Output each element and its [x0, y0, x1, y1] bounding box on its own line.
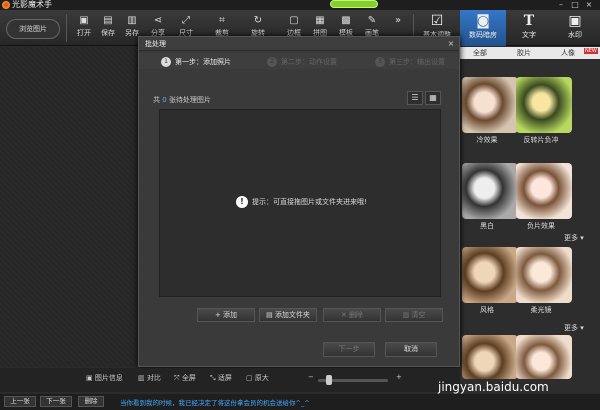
tab-all[interactable]: 全部 — [460, 47, 500, 59]
tab-portrait[interactable]: 人像 — [548, 47, 588, 59]
effect-reversal-cross[interactable]: 反转片负冲 — [510, 73, 572, 144]
close-window-icon[interactable]: × — [584, 0, 594, 9]
trash-icon: ▥ — [402, 311, 410, 319]
fullscreen-icon: ⤧ — [174, 374, 180, 382]
watermark-text: jingyan.baidu.com — [438, 380, 549, 394]
clear-button[interactable]: ▥ 清空 — [385, 308, 443, 322]
text-icon: T — [523, 13, 535, 29]
effect-cold[interactable]: 冷效果 — [456, 73, 518, 144]
add-folder-button[interactable]: ▤ 添加文件夹 — [259, 308, 317, 322]
title-bar — [0, 0, 600, 10]
app-title: 光影魔术手 — [12, 0, 52, 9]
compare-icon: ▥ — [138, 374, 145, 382]
effect-black-white[interactable]: 黑白 — [456, 159, 518, 230]
image-info-button[interactable]: ▣ 图片信息 — [86, 373, 123, 383]
effects-panel: 全部 胶片 人像 NEW 冷效果 反转片负冲 黑白 负片效果 更多 ▾ 风格 柔… — [460, 47, 600, 392]
camera-icon: ◙ — [476, 13, 490, 29]
compare-button[interactable]: ▥ 对比 — [138, 373, 161, 383]
toolbar-divider — [66, 14, 67, 42]
drop-area[interactable]: ! 提示：可直接拖图片或文件夹进来哦! — [159, 109, 441, 297]
info-icon: ! — [236, 196, 248, 208]
minimize-icon[interactable]: – — [556, 0, 566, 9]
cancel-button[interactable]: 取消 — [385, 342, 437, 357]
image-canvas-area — [0, 47, 140, 367]
more-link[interactable]: 更多 ▾ — [564, 233, 584, 243]
image-count: 共 0 张待处理图片 — [153, 96, 211, 104]
next-step-button[interactable]: 下一步 — [323, 342, 375, 357]
step-3: 3 第三步：输出设置 — [375, 56, 445, 68]
template-icon: ▩ — [341, 15, 351, 26]
effect-preview-image — [516, 335, 572, 379]
frame-icon: ▢ — [289, 15, 299, 26]
actual-size-icon: ▢ — [246, 374, 253, 382]
tool-text[interactable]: T 文字 — [506, 10, 552, 46]
effect-preview-image — [516, 163, 572, 219]
more-icon: » — [394, 15, 402, 26]
browse-images-button[interactable]: 浏览图片 — [6, 19, 60, 39]
actual-size-button[interactable]: ▢ 原大 — [246, 373, 269, 383]
chevron-down-icon: ▾ — [578, 234, 584, 242]
delete-button[interactable]: ✕ 删除 — [323, 308, 381, 322]
effect-preview-image — [516, 77, 572, 133]
fit-screen-button[interactable]: ⤡ 适屏 — [210, 373, 232, 383]
add-button[interactable]: + 添加 — [197, 308, 255, 322]
maximize-icon[interactable]: □ — [570, 0, 580, 9]
zoom-out-button[interactable]: − — [308, 373, 314, 381]
zoom-slider-handle[interactable] — [326, 375, 332, 385]
zoom-in-button[interactable]: + — [396, 373, 402, 381]
list-icon: ☰ — [411, 93, 419, 102]
new-badge: NEW — [584, 48, 598, 54]
next-image-button[interactable]: 下一张 — [40, 396, 72, 407]
login-button[interactable] — [330, 0, 378, 8]
app-logo-icon — [2, 1, 10, 9]
effect-preview-image — [516, 247, 572, 303]
chevron-down-icon: ▾ — [578, 324, 584, 332]
step-1: 1 第一步：添加照片 — [161, 56, 231, 68]
adjust-icon: ☑ — [430, 13, 444, 29]
watermark-icon: ▣ — [568, 13, 582, 29]
effect-negative[interactable]: 负片效果 — [510, 159, 572, 230]
grid-icon: ▦ — [429, 93, 437, 102]
crop-icon: ⌗ — [219, 15, 225, 26]
info-icon: ▣ — [86, 374, 93, 382]
grid-view-button[interactable]: ▦ — [425, 91, 441, 105]
delete-icon: ✕ — [340, 311, 347, 319]
tool-watermark[interactable]: ▣ 水印 — [552, 10, 598, 46]
plus-icon: + — [214, 311, 221, 319]
save-as-icon: ▥ — [127, 15, 137, 26]
folder-icon: ▤ — [266, 311, 273, 319]
step-2: 2 第二步：动作设置 — [267, 56, 337, 68]
tool-digital-darkroom[interactable]: ◙ 数码暗房 — [460, 10, 506, 46]
dialog-title-bar — [139, 37, 459, 51]
drop-hint: 提示：可直接拖图片或文件夹进来哦! — [252, 198, 367, 206]
dialog-title: 批处理 — [145, 40, 166, 48]
tab-film[interactable]: 胶片 — [500, 47, 548, 59]
fit-icon: ⤡ — [210, 374, 216, 382]
rotate-icon: ↻ — [253, 15, 263, 26]
brush-icon: ✎ — [367, 15, 377, 26]
batch-dialog: 批处理 × 1 第一步：添加照片 2 第二步：动作设置 3 第三步：输出设置 共 0 … — [138, 36, 460, 367]
share-icon: ⋖ — [153, 15, 163, 26]
effect-style[interactable]: 风格 — [456, 243, 518, 314]
close-icon[interactable]: × — [445, 37, 457, 51]
collage-icon: ▦ — [315, 15, 325, 26]
list-view-button[interactable]: ☰ — [407, 91, 423, 105]
fullscreen-button[interactable]: ⤧ 全屏 — [174, 373, 196, 383]
status-message[interactable]: 当你看到我的时候，我已经决定了将这份拿会员的机会送给你^_^ — [120, 397, 310, 407]
prev-image-button[interactable]: 上一张 — [4, 396, 36, 407]
resize-icon: ⤢ — [182, 15, 190, 26]
effect-soft-light[interactable]: 柔光镜 — [510, 243, 572, 314]
delete-image-button[interactable]: 删除 — [78, 396, 104, 407]
